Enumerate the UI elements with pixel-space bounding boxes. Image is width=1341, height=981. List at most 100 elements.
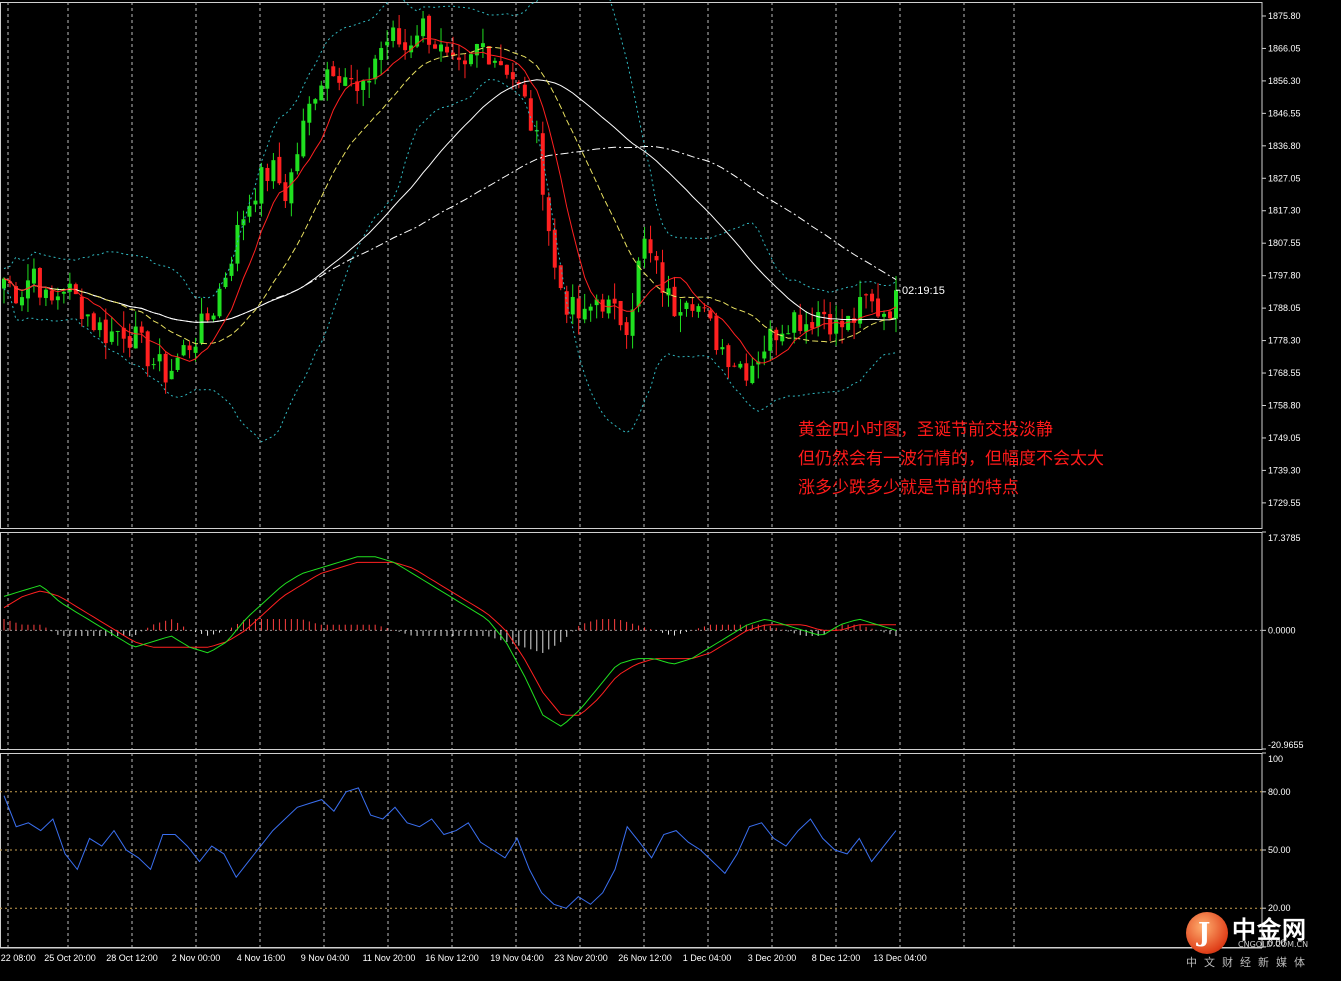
price-tick-label: 1807.55 [1268,238,1301,248]
price-candle [271,160,276,182]
price-candle [235,224,240,264]
macd-tick-label: 0.0000 [1268,625,1296,635]
date-tick-label: 28 Oct 12:00 [106,953,158,963]
price-tick-label: 1817.30 [1268,206,1301,216]
price-candle [133,326,138,349]
price-candle [612,298,617,304]
price-candle [427,15,432,45]
price-candle [421,18,426,37]
date-tick-label: 3 Dec 20:00 [748,953,797,963]
watermark-logo: J 中金网 CNGOLD.COM.CN 中文财经新媒体 [1186,910,1336,970]
date-tick-label: 9 Nov 04:00 [301,953,350,963]
price-candle [313,99,318,104]
logo-icon: J [1186,912,1228,954]
price-candle [582,308,587,320]
price-candle [109,331,114,342]
price-candle [403,42,408,51]
bollinger-upper-line [3,0,897,299]
price-candle [217,288,222,317]
date-tick-label: 25 Oct 20:00 [44,953,96,963]
annotation-line-2: 但仍然会有一波行情的，但幅度不会太大 [798,449,1104,469]
price-candle [259,167,264,204]
date-tick-label: 16 Nov 12:00 [425,953,479,963]
price-candle [870,293,875,302]
price-candle [283,182,288,202]
price-candle [678,312,683,316]
price-candle [19,297,24,306]
price-candle [373,58,378,80]
price-candle [882,313,887,317]
bollinger-lower-line [3,78,897,443]
price-panel: 02:19:15 [2,0,945,443]
price-candle [522,84,527,97]
price-candle [654,255,659,261]
price-candle [361,80,366,90]
price-candle [684,302,689,309]
price-candle [91,313,96,331]
price-candle [205,313,210,321]
price-candle [570,296,575,315]
price-tick-label: 1729.55 [1268,498,1301,508]
macd-main-line [3,556,897,727]
price-candle [720,347,725,350]
ma-fast-line [3,37,897,364]
price-candle [744,363,749,381]
price-candle [337,76,342,83]
date-tick-label: 13 Dec 04:00 [873,953,927,963]
price-candle [151,364,156,366]
price-candle [199,313,204,344]
price-candle [67,283,72,292]
price-candle [498,61,503,66]
logo-domain: CNGOLD.COM.CN [1238,940,1309,949]
price-candle [175,357,180,370]
price-candle [864,294,869,296]
price-candle [289,172,294,204]
price-candle [546,197,551,232]
price-tick-label: 1836.80 [1268,141,1301,151]
price-candle [331,66,336,77]
price-candle [325,69,330,89]
price-candle [385,41,390,46]
price-candle [301,120,306,157]
price-candle [181,345,186,356]
price-candle [462,60,467,65]
ma-mid-line [3,46,897,345]
price-candle [433,44,438,49]
price-candle [169,370,174,380]
price-candle [702,307,707,309]
price-tick-label: 1856.30 [1268,76,1301,86]
price-candle [79,296,84,319]
countdown-label: 02:19:15 [902,285,945,297]
rsi-tick-label: 50.00 [1268,845,1291,855]
price-tick-label: 1827.05 [1268,173,1301,183]
price-candle [696,306,701,312]
price-candle [37,268,42,298]
price-candle [31,268,36,284]
macd-signal-line [3,561,896,716]
price-candle [49,290,54,301]
price-tick-label: 1778.30 [1268,336,1301,346]
price-candle [367,80,372,83]
price-candle [265,167,270,181]
price-candle [343,77,348,86]
price-candle [552,229,557,268]
price-tick-label: 1788.05 [1268,303,1301,313]
price-candle [145,331,150,367]
price-candle [480,43,485,48]
date-tick-label: 4 Nov 16:00 [237,953,286,963]
price-candle [187,345,192,351]
price-tick-label: 1749.05 [1268,433,1301,443]
date-tick-label: 8 Dec 12:00 [812,953,861,963]
price-candle [492,60,497,63]
price-candle [750,365,755,384]
price-candle [127,336,132,348]
price-candle [624,322,629,336]
macd-tick-label: 17.3785 [1268,533,1301,543]
price-candle [540,133,545,195]
price-candle [319,85,324,101]
price-candle [2,278,6,289]
price-candle [618,300,623,326]
price-candle [588,306,593,311]
date-tick-label: 2 Nov 00:00 [172,953,221,963]
price-candle [774,329,779,341]
